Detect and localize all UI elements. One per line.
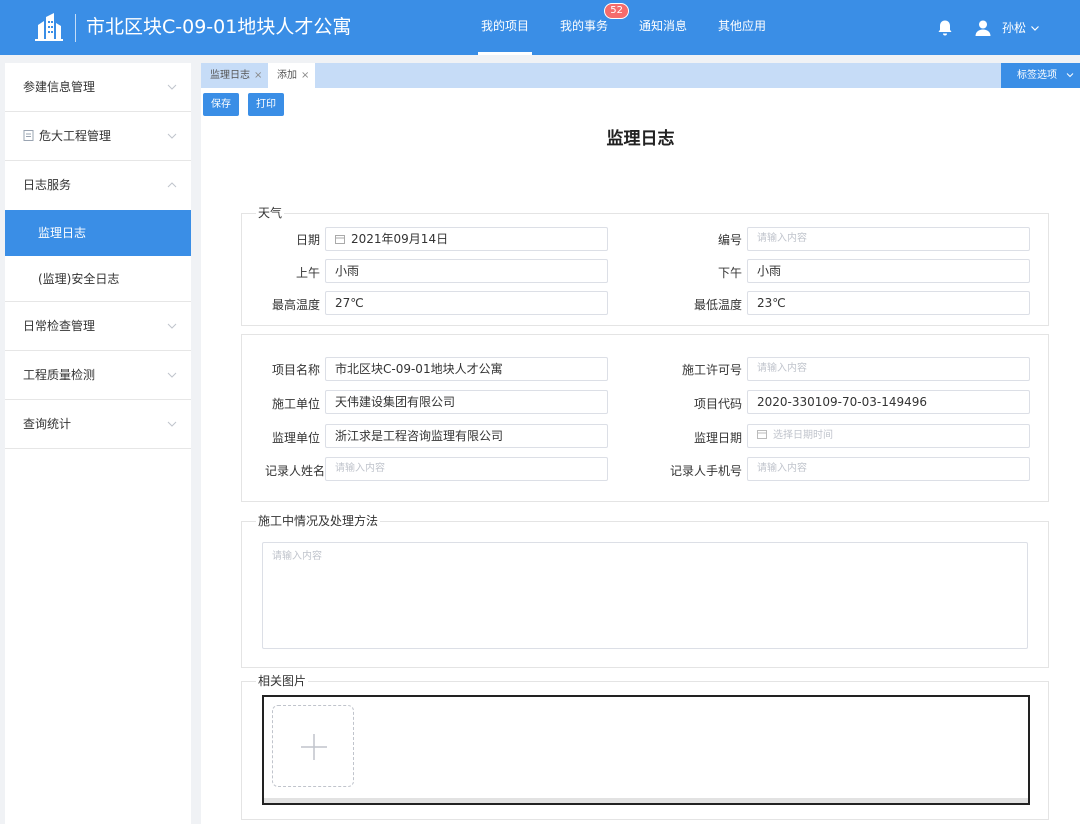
project-code-label: 项目代码 [693, 397, 742, 411]
max-temp-field[interactable]: 27℃ [325, 291, 608, 315]
tab-options-label: 标签选项 [1017, 70, 1057, 81]
add-image-button[interactable] [272, 705, 354, 787]
sidebar-item-label: 日常检查管理 [23, 319, 96, 333]
sidebar-item-label: 监理日志 [38, 226, 87, 240]
date-value: 2021年09月14日 [351, 232, 449, 246]
tasks-count-badge: 52 [604, 3, 630, 19]
sidebar-item-label: 查询统计 [23, 417, 72, 431]
nav-label: 我的项目 [481, 19, 530, 33]
number-label: 编号 [717, 233, 742, 247]
nav-label: 我的事务 [560, 19, 609, 33]
tab-label: 监理日志 [210, 70, 250, 81]
recorder-label: 记录人姓名 [264, 464, 325, 478]
sidebar-item-participants[interactable]: 参建信息管理 [5, 63, 191, 112]
save-button[interactable]: 保存 [203, 93, 239, 116]
chevron-up-icon [167, 182, 177, 188]
min-temp-field[interactable]: 23℃ [747, 291, 1030, 315]
project-name-label: 项目名称 [271, 363, 320, 377]
min-temp-label: 最低温度 [693, 298, 742, 312]
calendar-icon [335, 235, 345, 244]
app-title: 市北区块C-09-01地块人才公寓 [86, 16, 352, 38]
tab-strip: 监理日志 × 添加 × 标签选项 [201, 63, 1080, 88]
sidebar-item-supervision-log[interactable]: 监理日志 [5, 210, 191, 256]
tab-label: 添加 [277, 70, 297, 81]
date-label: 日期 [295, 233, 320, 247]
user-name[interactable]: 孙松 [1002, 19, 1026, 36]
sidebar-item-label: 日志服务 [23, 178, 72, 192]
sidebar-item-quality-testing[interactable]: 工程质量检测 [5, 351, 191, 400]
project-code-field[interactable]: 2020-330109-70-03-149496 [747, 390, 1030, 414]
nav-other-apps[interactable]: 其他应用 [709, 0, 775, 55]
supervise-date-label: 监理日期 [693, 431, 742, 445]
sidebar-item-label: 危大工程管理 [39, 129, 112, 143]
nav-label: 通知消息 [639, 19, 688, 33]
sidebar-item-query-stats[interactable]: 查询统计 [5, 400, 191, 449]
chevron-down-icon [167, 84, 177, 90]
pm-weather-label: 下午 [717, 266, 742, 280]
am-weather-label: 上午 [295, 266, 320, 280]
sidebar-item-label: (监理)安全日志 [38, 272, 120, 286]
user-avatar-icon[interactable] [974, 19, 992, 37]
tab-options-dropdown[interactable]: 标签选项 [1001, 63, 1080, 88]
sidebar-item-log-service[interactable]: 日志服务 [5, 161, 191, 210]
sidebar-item-hazard-projects[interactable]: 危大工程管理 [5, 112, 191, 161]
chevron-down-icon [1066, 73, 1074, 78]
phone-label: 记录人手机号 [669, 464, 742, 478]
tab-add[interactable]: 添加 × [268, 63, 316, 88]
situation-textarea[interactable]: 请输入内容 [262, 542, 1028, 649]
chevron-down-icon[interactable] [1030, 23, 1040, 33]
permit-field[interactable]: 请输入内容 [747, 357, 1030, 381]
situation-legend: 施工中情况及处理方法 [258, 514, 379, 528]
tab-supervision-log[interactable]: 监理日志 × [201, 63, 268, 88]
supervisor-label: 监理单位 [271, 431, 320, 445]
pm-weather-field[interactable]: 小雨 [747, 259, 1030, 283]
chevron-down-icon [167, 421, 177, 427]
sidebar: 参建信息管理 危大工程管理 日志服务 监理日志 (监理)安全日志 日常检查管理 … [5, 63, 191, 824]
nav-my-tasks[interactable]: 我的事务 52 [551, 0, 630, 55]
sidebar-item-daily-inspection[interactable]: 日常检查管理 [5, 302, 191, 351]
chevron-down-icon [167, 133, 177, 139]
chevron-down-icon [167, 372, 177, 378]
recorder-field[interactable]: 请输入内容 [325, 457, 608, 481]
number-field[interactable]: 请输入内容 [747, 227, 1030, 251]
page-title: 监理日志 [606, 129, 675, 149]
close-icon[interactable]: × [301, 70, 309, 81]
phone-field[interactable]: 请输入内容 [747, 457, 1030, 481]
logo-divider [75, 14, 76, 42]
supervisor-field[interactable]: 浙江求是工程咨询监理有限公司 [325, 424, 608, 448]
am-weather-field[interactable]: 小雨 [325, 259, 608, 283]
document-icon [23, 130, 34, 141]
max-temp-label: 最高温度 [271, 298, 320, 312]
sidebar-item-label: 工程质量检测 [23, 368, 96, 382]
project-name-field[interactable]: 市北区块C-09-01地块人才公寓 [325, 357, 608, 381]
print-button[interactable]: 打印 [248, 93, 284, 116]
calendar-icon [757, 430, 767, 439]
sidebar-item-safety-log[interactable]: (监理)安全日志 [5, 256, 191, 302]
supervise-date-field[interactable]: 选择日期时间 [747, 424, 1030, 448]
building-logo-icon [35, 13, 63, 41]
nav-label: 其他应用 [718, 19, 767, 33]
images-legend: 相关图片 [258, 674, 307, 688]
plus-icon [301, 734, 327, 760]
top-nav: 我的项目 我的事务 52 通知消息 其他应用 [472, 0, 788, 55]
permit-label: 施工许可号 [681, 363, 742, 377]
horizontal-scrollbar[interactable] [264, 798, 1028, 803]
top-header: 市北区块C-09-01地块人才公寓 我的项目 我的事务 52 通知消息 其他应用… [0, 0, 1080, 55]
weather-legend: 天气 [258, 206, 283, 220]
image-upload-area [262, 695, 1030, 805]
sidebar-item-label: 参建信息管理 [23, 80, 96, 94]
date-field[interactable]: 2021年09月14日 [325, 227, 608, 251]
close-icon[interactable]: × [254, 70, 262, 81]
header-right: 孙松 [936, 0, 1040, 55]
contractor-field[interactable]: 天伟建设集团有限公司 [325, 390, 608, 414]
contractor-label: 施工单位 [271, 397, 320, 411]
nav-my-projects[interactable]: 我的项目 [472, 0, 538, 55]
chevron-down-icon [167, 323, 177, 329]
main-content: 保存 打印 监理日志 天气 日期 2021年09月14日 编号 请输入内容 上午… [201, 88, 1080, 824]
bell-icon[interactable] [936, 19, 954, 37]
nav-notifications[interactable]: 通知消息 [630, 0, 696, 55]
supervise-date-placeholder: 选择日期时间 [773, 430, 833, 441]
